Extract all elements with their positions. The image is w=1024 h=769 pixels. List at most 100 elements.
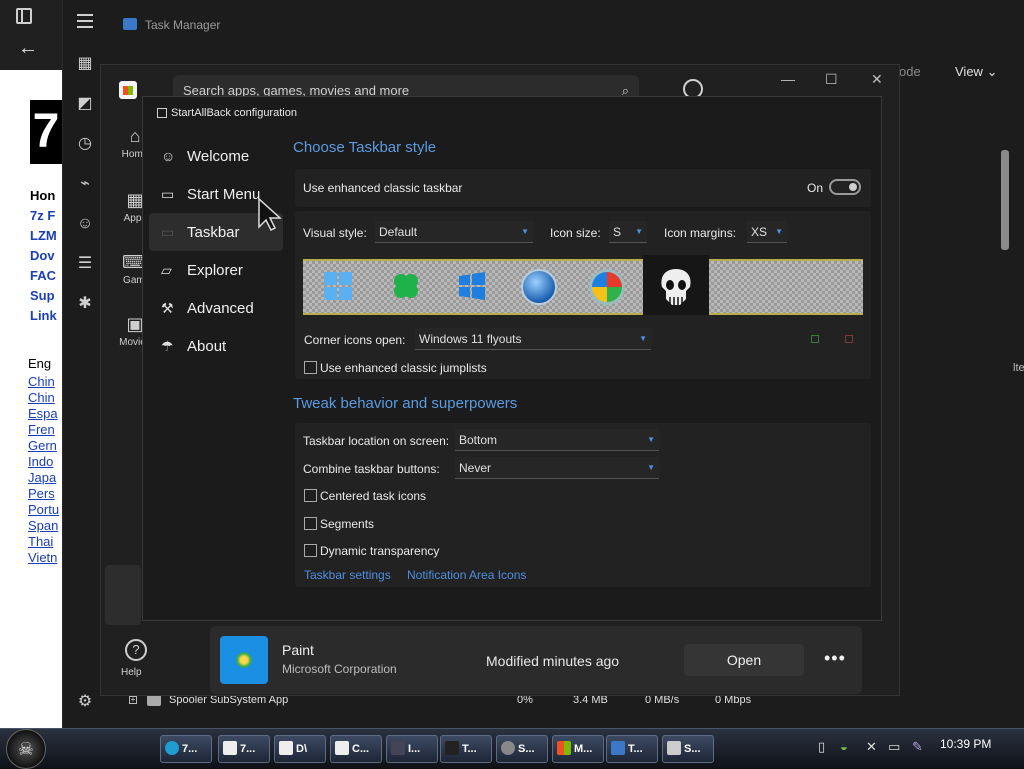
startallback-config-window: StartAllBack configuration ☺ Welcome ▭ Sta… <box>142 96 882 621</box>
dropdown-value: Never <box>459 461 492 475</box>
taskbar-button-7zip[interactable]: 7... <box>218 735 270 763</box>
taskbar-style-preview[interactable] <box>303 255 863 315</box>
dynamic-transparency-label: Dynamic transparency <box>320 544 440 558</box>
help-icon[interactable]: ? <box>125 639 147 661</box>
taskbar-button-settings[interactable]: S... <box>496 735 548 763</box>
network-icon[interactable]: ◒ <box>840 739 848 754</box>
taskbar-button-task-manager[interactable]: T... <box>606 735 658 763</box>
nav-about[interactable]: ☂ About <box>149 327 283 365</box>
link-home[interactable]: Hon <box>30 186 57 206</box>
users-icon[interactable]: ☺ <box>75 214 95 234</box>
startallback-icon <box>667 741 681 755</box>
paint-app-card[interactable]: Paint Microsoft Corporation Modified min… <box>210 626 862 694</box>
taskbar-settings-link[interactable]: Taskbar settings <box>304 568 391 582</box>
dropdown-value: Default <box>379 225 418 239</box>
nav-advanced[interactable]: ⚒ Advanced <box>149 289 283 327</box>
icon-margins-dropdown[interactable]: XS ▼ <box>747 221 787 243</box>
hamburger-menu-icon[interactable] <box>77 14 93 32</box>
language-link[interactable]: Portu <box>28 502 59 518</box>
taskbar-location-dropdown[interactable]: Bottom ▼ <box>455 429 659 451</box>
start-button-skull-icon[interactable]: ☠ <box>6 729 46 769</box>
windows11-style-icon[interactable] <box>323 271 353 301</box>
start-menu-icon: ▭ <box>161 185 175 202</box>
details-icon[interactable]: ☰ <box>75 254 95 274</box>
combine-buttons-dropdown[interactable]: Never ▼ <box>455 457 659 479</box>
clock[interactable]: 10:39 PM <box>940 737 991 751</box>
corner-icons-dropdown[interactable]: Windows 11 flyouts ▼ <box>415 328 651 350</box>
process-row[interactable]: + Spooler SubSystem App 0% 3.4 MB 0 MB/s… <box>123 694 1023 714</box>
taskbar-button-store[interactable]: M... <box>552 735 604 763</box>
processes-icon[interactable]: ▦ <box>75 54 95 74</box>
language-link[interactable]: Chin <box>28 374 59 390</box>
more-options-button[interactable]: ••• <box>824 648 846 669</box>
link-faq[interactable]: FAC <box>30 266 57 286</box>
taskbar-button-label: M... <box>574 743 593 755</box>
taskbar-button-t[interactable]: T... <box>440 735 492 763</box>
language-link[interactable]: Pers <box>28 486 59 502</box>
browser-toolbar: ← <box>0 0 62 70</box>
taskbar-button-label: T... <box>462 743 477 755</box>
taskbar-button-i[interactable]: I... <box>386 735 438 763</box>
tab-actions-icon[interactable] <box>16 8 32 24</box>
link-lzma[interactable]: LZM <box>30 226 57 246</box>
volume-mute-icon[interactable]: ✕ <box>866 739 877 755</box>
performance-icon[interactable]: ◩ <box>75 94 95 114</box>
efficiency-mode-label[interactable]: ode <box>899 64 921 79</box>
link-links[interactable]: Link <box>30 306 57 326</box>
language-link[interactable]: Japa <box>28 470 59 486</box>
language-link[interactable]: Span <box>28 518 59 534</box>
language-link[interactable]: Thai <box>28 534 59 550</box>
link-support[interactable]: Sup <box>30 286 57 306</box>
notification-area-icons-link[interactable]: Notification Area Icons <box>407 568 526 582</box>
expand-icon[interactable]: + <box>129 696 137 704</box>
windows10-style-icon[interactable] <box>457 271 487 301</box>
language-link[interactable]: Vietn <box>28 550 59 566</box>
minimize-icon[interactable]: — <box>781 71 795 87</box>
settings-gear-icon[interactable]: ⚙ <box>75 692 95 712</box>
enhanced-taskbar-toggle[interactable] <box>829 179 861 195</box>
icon-size-dropdown[interactable]: S ▼ <box>609 221 647 243</box>
view-menu-button[interactable]: View ⌄ <box>955 64 997 80</box>
open-button[interactable]: Open <box>684 644 804 676</box>
taskbar-button-startallback[interactable]: S... <box>662 735 714 763</box>
gear-icon <box>501 741 515 755</box>
show-desktop-icon[interactable]: ▯ <box>818 739 825 755</box>
language-list: Eng Chin Chin Espa Fren Gern Indo Japa P… <box>28 356 59 566</box>
language-link[interactable]: Fren <box>28 422 59 438</box>
nav-welcome[interactable]: ☺ Welcome <box>149 137 283 175</box>
visual-style-dropdown[interactable]: Default ▼ <box>375 221 533 243</box>
taskbar-button-label: D\ <box>296 743 307 755</box>
library-selection[interactable] <box>105 565 141 625</box>
paint-app-icon <box>220 636 268 684</box>
segments-checkbox[interactable] <box>304 517 317 530</box>
services-icon[interactable]: ✱ <box>75 294 95 314</box>
centered-icons-checkbox[interactable] <box>304 489 317 502</box>
windows7-orb-icon[interactable] <box>521 269 557 305</box>
dynamic-transparency-checkbox[interactable] <box>304 544 317 557</box>
language-link[interactable]: Chin <box>28 390 59 406</box>
taskbar-button-7zip-d[interactable]: D\ <box>274 735 326 763</box>
windows7-color-orb-icon[interactable] <box>589 269 625 305</box>
app-history-icon[interactable]: ◷ <box>75 134 95 154</box>
taskbar-button-edge[interactable]: 7... <box>160 735 212 763</box>
close-icon[interactable]: ✕ <box>871 71 883 88</box>
punisher-skull-icon[interactable] <box>657 267 695 307</box>
link-7z[interactable]: 7z F <box>30 206 57 226</box>
startup-apps-icon[interactable]: ⌁ <box>75 174 95 194</box>
maximize-icon[interactable]: ☐ <box>825 71 838 88</box>
language-link[interactable]: Espa <box>28 406 59 422</box>
action-center-icon[interactable]: ▭ <box>888 739 900 755</box>
enhanced-jumplists-checkbox[interactable] <box>304 361 317 374</box>
nav-label: Advanced <box>187 299 254 317</box>
language-link[interactable]: Gern <box>28 438 59 454</box>
back-arrow-icon[interactable]: ← <box>18 38 38 58</box>
pen-icon[interactable]: ✎ <box>912 739 923 755</box>
language-link[interactable]: Indo <box>28 454 59 470</box>
link-download[interactable]: Dov <box>30 246 57 266</box>
taskbar-button-7zip-c[interactable]: C... <box>330 735 382 763</box>
nav-explorer[interactable]: ▱ Explorer <box>149 251 283 289</box>
scrollbar-thumb[interactable] <box>1001 150 1009 250</box>
clover-style-icon[interactable] <box>391 271 421 301</box>
browser-window: ← 7 Hon 7z F LZM Dov FAC Sup Link Eng Ch… <box>0 0 62 728</box>
task-manager-icon <box>123 18 137 30</box>
